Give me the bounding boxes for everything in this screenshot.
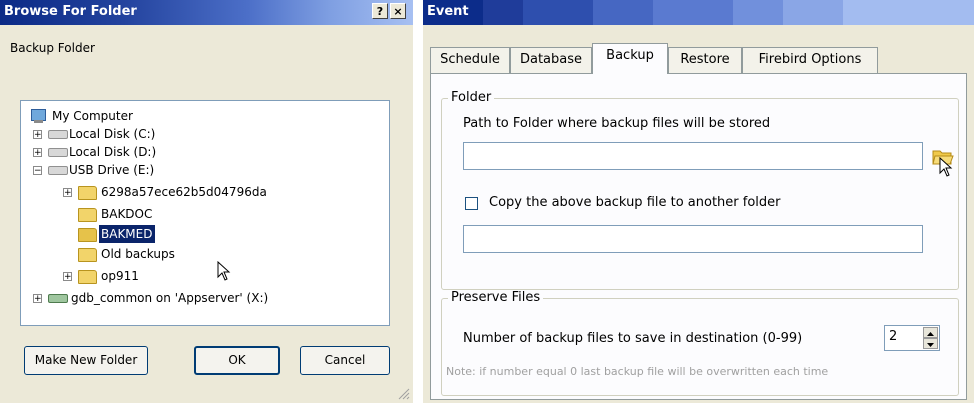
collapse-icon[interactable]: − xyxy=(33,166,42,176)
tree-item-label: USB Drive (E:) xyxy=(69,163,155,177)
titlebar-stripe xyxy=(593,0,653,25)
expand-icon[interactable]: + xyxy=(33,148,42,158)
event-titlebar[interactable]: Event xyxy=(423,0,974,25)
tab-database[interactable]: Database xyxy=(510,47,592,73)
browse-caption: Backup Folder xyxy=(10,41,95,55)
ok-button[interactable]: OK xyxy=(194,346,280,375)
titlebar-stripe xyxy=(783,0,843,25)
preserve-group-title: Preserve Files xyxy=(448,290,544,305)
folder-icon xyxy=(78,248,97,262)
folder-open-icon xyxy=(78,228,97,242)
titlebar-stripe xyxy=(483,0,523,25)
folder-tree[interactable]: My Computer + Local Disk (C:) + Local Di… xyxy=(20,100,390,326)
tree-item-label: op911 xyxy=(101,269,139,283)
tab-backup[interactable]: Backup xyxy=(592,43,668,74)
tree-item-label: My Computer xyxy=(52,109,133,123)
tree-item-label: BAKDOC xyxy=(101,207,153,221)
help-button[interactable]: ? xyxy=(372,3,388,19)
drive-icon xyxy=(48,130,68,139)
event-title: Event xyxy=(427,4,469,19)
tree-item-label: Old backups xyxy=(101,247,175,261)
copy-folder-input[interactable] xyxy=(463,225,923,253)
preserve-note: Note: if number equal 0 last backup file… xyxy=(446,365,829,378)
close-button[interactable]: × xyxy=(390,3,406,19)
backup-count-spinner[interactable]: 2 xyxy=(884,325,940,351)
path-input[interactable] xyxy=(463,142,923,170)
titlebar-stripe xyxy=(653,0,733,25)
backup-count-label: Number of backup files to save in destin… xyxy=(463,331,803,346)
folder-icon xyxy=(78,270,97,284)
tab-firebird-options[interactable]: Firebird Options xyxy=(742,47,878,73)
folder-icon xyxy=(78,186,97,200)
make-new-folder-button[interactable]: Make New Folder xyxy=(24,346,148,375)
tree-item-label: gdb_common on 'Appserver' (X:) xyxy=(71,291,269,305)
folder-group-title: Folder xyxy=(448,90,495,105)
folder-group: Folder Path to Folder where backup files… xyxy=(441,90,959,290)
tree-item-label: Local Disk (C:) xyxy=(69,127,156,141)
titlebar-stripe xyxy=(523,0,593,25)
network-drive-icon xyxy=(48,294,68,303)
tree-item-label: Local Disk (D:) xyxy=(69,145,157,159)
tab-restore[interactable]: Restore xyxy=(668,47,742,73)
titlebar-stripe xyxy=(843,0,974,25)
usb-drive-icon xyxy=(48,166,68,175)
tree-item-label-selected: BAKMED xyxy=(99,225,155,243)
backup-count-value: 2 xyxy=(889,329,898,344)
expand-icon[interactable]: + xyxy=(63,272,72,282)
backup-tab-panel: Folder Path to Folder where backup files… xyxy=(430,73,967,400)
expand-icon[interactable]: + xyxy=(33,294,42,304)
event-dialog: Event Schedule Database Backup Restore F… xyxy=(423,0,974,403)
drive-icon xyxy=(48,148,68,157)
tree-item-label: 6298a57ece62b5d04796da xyxy=(101,185,267,199)
titlebar-stripe xyxy=(733,0,783,25)
resize-grip-icon[interactable] xyxy=(398,388,410,400)
mouse-pointer-icon xyxy=(217,261,231,281)
browse-titlebar[interactable]: Browse For Folder ? × xyxy=(0,0,413,25)
expand-icon[interactable]: + xyxy=(33,130,42,140)
computer-icon-stand xyxy=(34,120,43,123)
browse-folder-dialog: Browse For Folder ? × Backup Folder My C… xyxy=(0,0,413,403)
spin-down-button[interactable] xyxy=(923,338,938,349)
expand-icon[interactable]: + xyxy=(63,188,72,198)
folder-icon xyxy=(78,208,97,222)
mouse-pointer-icon xyxy=(939,157,953,177)
spin-up-button[interactable] xyxy=(923,327,938,338)
preserve-files-group: Preserve Files Number of backup files to… xyxy=(441,290,959,396)
copy-label: Copy the above backup file to another fo… xyxy=(489,195,781,210)
browse-title: Browse For Folder xyxy=(4,4,137,19)
cancel-button[interactable]: Cancel xyxy=(300,346,390,375)
path-label: Path to Folder where backup files will b… xyxy=(463,116,771,131)
arrow-down-icon xyxy=(927,343,934,347)
copy-checkbox[interactable] xyxy=(465,197,478,210)
tab-schedule[interactable]: Schedule xyxy=(430,47,510,73)
